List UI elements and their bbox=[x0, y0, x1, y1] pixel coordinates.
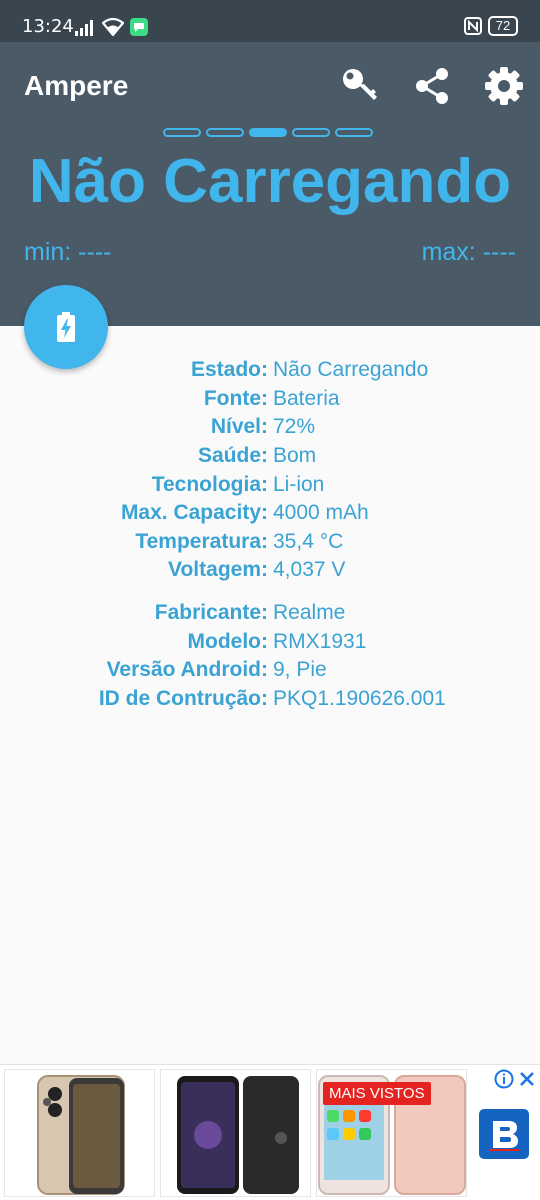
page-dot-active[interactable] bbox=[249, 128, 287, 137]
info-row-fonte: Fonte: Bateria bbox=[0, 385, 540, 414]
min-current: min: ---- bbox=[24, 238, 112, 266]
nfc-icon bbox=[464, 17, 482, 35]
gear-icon bbox=[485, 67, 523, 105]
message-icon bbox=[130, 18, 148, 36]
ad-banner: MAIS VISTOS bbox=[0, 1064, 540, 1200]
info-value: 4,037 V bbox=[273, 558, 346, 582]
info-value: Bateria bbox=[273, 386, 340, 410]
info-value: PKQ1.190626.001 bbox=[273, 686, 446, 710]
info-row-fabricante: Fabricante: Realme bbox=[0, 599, 540, 628]
key-button[interactable] bbox=[338, 64, 382, 108]
page-dot[interactable] bbox=[335, 128, 373, 137]
info-label: Saúde: bbox=[197, 444, 268, 468]
share-button[interactable] bbox=[410, 64, 454, 108]
info-label: Fonte: bbox=[203, 386, 268, 410]
info-value: 35,4 °C bbox=[273, 529, 344, 553]
info-row-estado: Estado: Não Carregando bbox=[0, 356, 540, 385]
brand-logo[interactable] bbox=[479, 1109, 529, 1159]
info-label: Versão Android: bbox=[106, 658, 268, 682]
status-time: 13:24 bbox=[22, 16, 74, 37]
info-row-voltagem: Voltagem: 4,037 V bbox=[0, 556, 540, 585]
phone-image bbox=[37, 1075, 125, 1195]
app-header: Ampere Não Carregando min: ---- max: ---… bbox=[0, 42, 540, 326]
ad-badge: MAIS VISTOS bbox=[323, 1082, 431, 1105]
close-icon[interactable] bbox=[517, 1069, 537, 1089]
info-label: Nível: bbox=[210, 415, 268, 439]
ad-product-tile[interactable] bbox=[4, 1069, 155, 1197]
info-row-tecnologia: Tecnologia: Li-ion bbox=[0, 470, 540, 499]
info-value: 4000 mAh bbox=[273, 501, 369, 525]
page-dot[interactable] bbox=[206, 128, 244, 137]
battery-charging-icon bbox=[57, 312, 75, 342]
info-value: RMX1931 bbox=[273, 629, 367, 653]
info-value: 9, Pie bbox=[273, 658, 327, 682]
info-value: 72% bbox=[273, 415, 316, 439]
battery-info-list: Estado: Não Carregando Fonte: Bateria Ní… bbox=[0, 356, 540, 713]
info-label: Tecnologia: bbox=[151, 472, 268, 496]
info-label: Modelo: bbox=[187, 629, 268, 653]
ad-product-tile[interactable]: MAIS VISTOS bbox=[316, 1069, 467, 1197]
brand-logo-mark bbox=[489, 1121, 519, 1151]
status-icons bbox=[74, 16, 148, 36]
charging-status: Não Carregando bbox=[28, 147, 512, 216]
info-value: Li-ion bbox=[273, 472, 325, 496]
page-dot[interactable] bbox=[292, 128, 330, 137]
info-row-nivel: Nível: 72% bbox=[0, 413, 540, 442]
share-icon bbox=[416, 68, 448, 104]
status-right: 72 bbox=[464, 16, 518, 36]
info-row-android: Versão Android: 9, Pie bbox=[0, 656, 540, 685]
info-value: Realme bbox=[273, 601, 346, 625]
info-label: Temperatura: bbox=[135, 529, 268, 553]
info-value: Bom bbox=[273, 444, 317, 468]
info-icon[interactable] bbox=[494, 1069, 514, 1089]
info-row-saude: Saúde: Bom bbox=[0, 442, 540, 471]
battery-icon: 72 bbox=[488, 16, 518, 36]
info-label: Fabricante: bbox=[154, 601, 268, 625]
info-row-capacity: Max. Capacity: 4000 mAh bbox=[0, 499, 540, 528]
app-title: Ampere bbox=[24, 70, 129, 101]
info-label: Voltagem: bbox=[168, 558, 268, 582]
page-indicator[interactable] bbox=[163, 128, 373, 137]
info-label: Max. Capacity: bbox=[120, 501, 268, 525]
page-dot[interactable] bbox=[163, 128, 201, 137]
max-current: max: ---- bbox=[421, 238, 516, 266]
key-icon bbox=[343, 69, 377, 100]
status-bar: 13:24 72 bbox=[0, 0, 540, 42]
info-row-modelo: Modelo: RMX1931 bbox=[0, 627, 540, 656]
info-row-temperatura: Temperatura: 35,4 °C bbox=[0, 528, 540, 557]
ad-product-tile[interactable] bbox=[160, 1069, 311, 1197]
info-label: ID de Contrução: bbox=[98, 686, 268, 710]
info-label: Estado: bbox=[190, 358, 268, 382]
info-row-build-id: ID de Contrução: PKQ1.190626.001 bbox=[0, 685, 540, 714]
signal-icon bbox=[75, 20, 93, 36]
settings-button[interactable] bbox=[482, 64, 526, 108]
info-value: Não Carregando bbox=[273, 358, 429, 382]
wifi-icon bbox=[102, 18, 124, 36]
phone-image bbox=[177, 1076, 299, 1194]
